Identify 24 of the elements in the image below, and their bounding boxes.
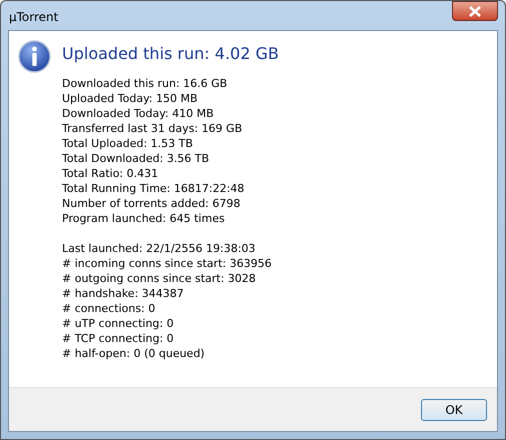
ok-button[interactable]: OK [421,398,487,420]
stat-line: # incoming conns since start: 363956 [62,256,273,271]
stat-line: Total Uploaded: 1.53 TB [62,136,194,151]
stat-line: Downloaded Today: 410 MB [62,106,215,121]
stat-line: # outgoing conns since start: 3028 [62,271,257,286]
info-icon [18,40,51,73]
stat-line: Number of torrents added: 6798 [62,196,242,211]
stat-line: Transferred last 31 days: 169 GB [62,121,244,136]
close-button[interactable] [452,1,498,21]
stat-line: # handshake: 344387 [62,286,185,301]
stat-line: # TCP connecting: 0 [62,331,175,346]
stat-line: Total Running Time: 16817:22:48 [62,181,246,196]
stat-line: Total Ratio: 0.431 [62,166,160,181]
dialog-heading: Uploaded this run: 4.02 GB [62,43,279,65]
stat-line: # half-open: 0 (0 queued) [62,346,206,361]
stat-line: Downloaded this run: 16.6 GB [62,76,228,91]
stat-line: # connections: 0 [62,301,156,316]
stat-line: # uTP connecting: 0 [62,316,175,331]
window-title: µTorrent [8,8,58,26]
stat-line: Uploaded Today: 150 MB [62,91,199,106]
close-icon [469,6,481,16]
stat-line: Total Downloaded: 3.56 TB [62,151,210,166]
stat-line: Program launched: 645 times [62,211,226,226]
stat-line: Last launched: 22/1/2556 19:38:03 [62,241,256,256]
